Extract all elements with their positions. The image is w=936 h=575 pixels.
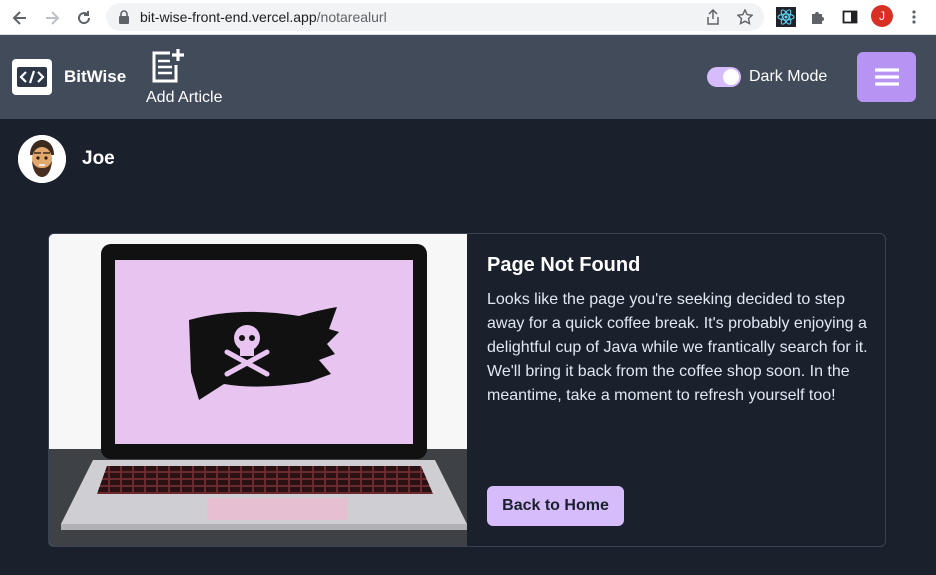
add-article-button[interactable]: Add Article (146, 47, 230, 111)
back-icon[interactable] (8, 6, 32, 30)
profile-avatar[interactable]: J (871, 5, 893, 27)
sidepanel-icon[interactable] (839, 6, 861, 28)
url-text: bit-wise-front-end.vercel.app/notarealur… (140, 9, 387, 25)
share-icon[interactable] (703, 7, 723, 27)
back-to-home-button[interactable]: Back to Home (487, 486, 624, 526)
code-icon[interactable] (12, 59, 52, 95)
add-note-icon (152, 49, 184, 83)
avatar[interactable] (18, 135, 66, 183)
card-description: Looks like the page you're seeking decid… (487, 291, 868, 404)
dark-mode-label: Dark Mode (749, 68, 828, 85)
username: Joe (82, 148, 115, 169)
react-icon[interactable] (775, 6, 797, 28)
brand-name[interactable]: BitWise (64, 67, 126, 87)
reload-icon[interactable] (72, 6, 96, 30)
address-bar[interactable]: bit-wise-front-end.vercel.app/notarealur… (106, 3, 764, 31)
card-body: Page Not Found Looks like the page you'r… (487, 234, 885, 546)
laptop-pirate-flag-image (49, 234, 467, 546)
forward-icon[interactable] (40, 6, 64, 30)
dark-mode-toggle[interactable] (707, 67, 741, 87)
page-title: Page Not Found (487, 254, 641, 276)
toggle-knob (723, 69, 739, 85)
puzzle-icon[interactable] (807, 6, 829, 28)
app-header: BitWise Add Article Dark Mode (0, 35, 936, 119)
menu-button[interactable] (857, 52, 916, 102)
not-found-card: Page Not Found Looks like the page you'r… (48, 233, 886, 547)
add-article-label: Add Article (146, 89, 223, 106)
lock-icon (119, 10, 129, 24)
more-vert-icon[interactable] (903, 6, 925, 28)
bookmark-star-icon[interactable] (735, 7, 755, 27)
browser-toolbar: bit-wise-front-end.vercel.app/notarealur… (0, 0, 936, 35)
hamburger-icon (874, 68, 899, 86)
